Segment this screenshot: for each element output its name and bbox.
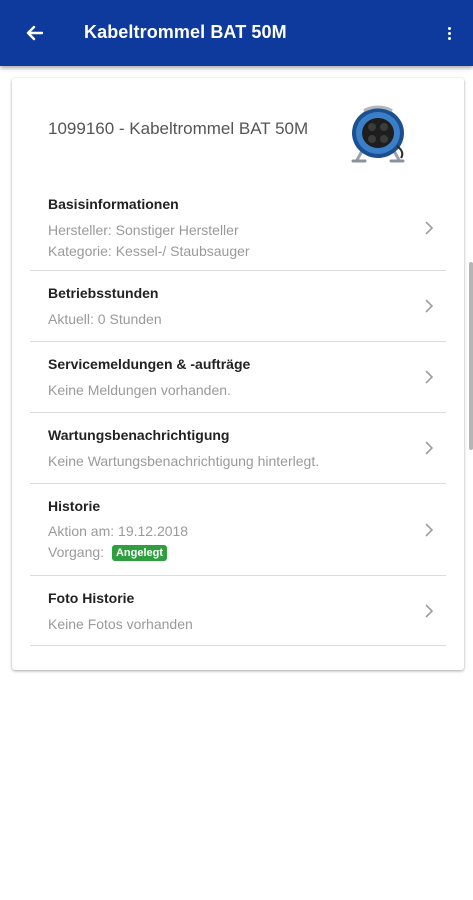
cable-reel-image[interactable] [345,102,411,168]
product-header: 1099160 - Kabeltrommel BAT 50M [12,78,464,182]
more-vertical-icon [447,26,451,30]
category-text: Kategorie: Kessel-/ Staubsauger [48,243,250,259]
scrollbar[interactable] [469,262,473,450]
action-date-text: Aktion am: 19.12.2018 [48,523,189,539]
section-title: Betriebsstunden [48,285,159,301]
section-title: Wartungsbenachrichtigung [48,427,230,443]
section-betriebsstunden[interactable]: Betriebsstunden Aktuell: 0 Stunden [30,270,446,341]
operating-hours-text: Aktuell: 0 Stunden [48,311,162,327]
product-title: 1099160 - Kabeltrommel BAT 50M [48,119,309,138]
app-bar: Kabeltrommel BAT 50M [0,0,473,66]
section-basisinformationen[interactable]: Basisinformationen Hersteller: Sonstiger… [30,182,446,270]
section-historie[interactable]: Historie Aktion am: 19.12.2018 Vorgang: … [30,483,446,575]
process-label: Vorgang: [48,544,105,560]
section-title: Servicemeldungen & -aufträge [48,356,251,372]
chevron-right-icon [425,604,434,618]
process-line: Vorgang: Angelegt [48,544,168,561]
chevron-right-icon [425,523,434,537]
arrow-left-icon [26,25,43,41]
chevron-right-icon [425,370,434,384]
page-title: Kabeltrommel BAT 50M [84,22,287,42]
section-wartungsbenachrichtigung[interactable]: Wartungsbenachrichtigung Keine Wartungsb… [30,412,446,483]
section-servicemeldungen[interactable]: Servicemeldungen & -aufträge Keine Meldu… [30,341,446,412]
equipment-card: 1099160 - Kabeltrommel BAT 50M Basisinfo… [12,78,464,670]
chevron-right-icon [425,299,434,313]
section-title: Historie [48,498,101,514]
back-button[interactable] [18,17,50,49]
maintenance-status-text: Keine Wartungsbenachrichtigung hinterleg… [48,453,320,469]
chevron-right-icon [425,441,434,455]
photo-status-text: Keine Fotos vorhanden [48,616,193,632]
manufacturer-text: Hersteller: Sonstiger Hersteller [48,222,239,238]
status-badge: Angelegt [111,545,168,561]
section-title: Basisinformationen [48,196,179,212]
section-title: Foto Historie [48,590,135,606]
more-options-button[interactable] [437,20,461,46]
service-status-text: Keine Meldungen vorhanden. [48,382,231,398]
chevron-right-icon [425,221,434,235]
section-foto-historie[interactable]: Foto Historie Keine Fotos vorhanden [30,575,446,646]
